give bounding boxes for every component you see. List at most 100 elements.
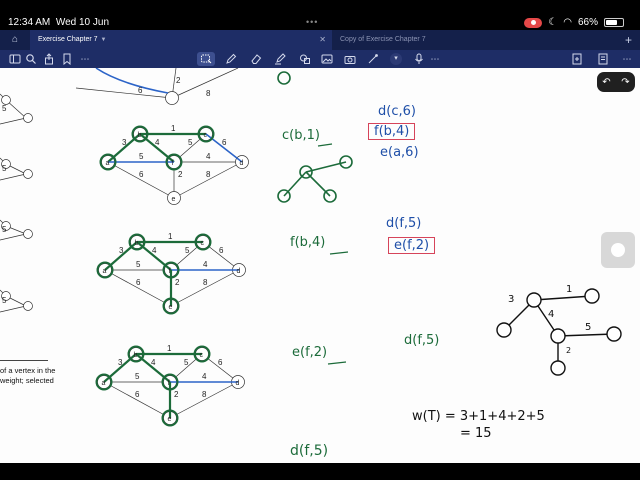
graph-vertex	[23, 113, 33, 123]
laser-icon[interactable]	[366, 52, 380, 66]
graph-vertex	[23, 169, 33, 179]
vertex-label: f	[172, 160, 174, 167]
edge-weight-label: 6	[218, 358, 223, 367]
battery-icon	[604, 18, 624, 27]
assistive-touch-icon[interactable]	[601, 232, 635, 268]
chevron-down-icon[interactable]: ▼	[101, 37, 107, 43]
notebook-page[interactable]: 3 1 4 5 5 6 4 2 6 8 a b c f d e 3 1 4 5 5 6 4 2 6 8 a b c f d e 3 1 4 5 5 6 4 2…	[0, 68, 640, 463]
vertex-label: d	[237, 268, 241, 275]
pen-icon[interactable]	[224, 52, 238, 66]
vertex-label: e	[172, 196, 176, 203]
ink-step2-selected-candidate: e(f,2)	[388, 237, 436, 254]
tool-bar: ⋯ ▾ ⋯ ⋯	[0, 50, 640, 68]
edge-weight-label: 6	[136, 278, 141, 287]
edge-weight-label: 4	[203, 260, 208, 269]
edge-weight-label: 6	[138, 86, 143, 95]
tab-exercise-chapter-7[interactable]: Exercise Chapter 7 ▼ ✕	[30, 30, 332, 50]
more-icon[interactable]: ⋯	[428, 52, 442, 66]
document-tab-bar: ⌂ Exercise Chapter 7 ▼ ✕ Copy of Exercise…	[0, 30, 640, 50]
ink-final-weight-ab: 3	[508, 294, 515, 305]
ink-vertex-circle	[277, 189, 291, 203]
add-tab-icon[interactable]: +	[625, 30, 632, 50]
ink-step1-candidate: d(c,6)	[378, 104, 416, 119]
ink-tree-vertex	[606, 326, 622, 342]
edge-weight-label: 4	[202, 372, 207, 381]
close-icon[interactable]: ✕	[319, 30, 326, 50]
vertex-label: a	[103, 268, 107, 275]
camera-icon[interactable]	[343, 52, 357, 66]
edge-weight-label: 5	[2, 164, 7, 173]
graph-edge	[0, 305, 27, 313]
vertex-label: e	[168, 416, 172, 423]
ink-underline	[329, 251, 349, 255]
graph-edge	[0, 233, 27, 241]
ink-step2-candidate: d(f,5)	[386, 216, 422, 231]
tab-label: Copy of Exercise Chapter 7	[340, 36, 426, 43]
edge-weight-label: 1	[168, 232, 173, 241]
edge-weight-label: 5	[188, 138, 193, 147]
edge-weight-label: 6	[135, 390, 140, 399]
undo-icon[interactable]: ↶	[602, 77, 610, 88]
ink-step4-label: d(f,5)	[290, 443, 329, 459]
ink-final-weight-bf: 4	[548, 309, 555, 320]
status-indicators: ☾ ◠ 66%	[524, 17, 624, 28]
edge-weight-label: 3	[119, 246, 124, 255]
ink-edge	[283, 171, 307, 197]
page-drawing-layer: 3 1 4 5 5 6 4 2 6 8 a b c f d e 3 1 4 5 5 6 4 2 6 8 a b c f d e 3 1 4 5 5 6 4 2…	[0, 68, 622, 427]
edge-weight-label: 5	[135, 372, 140, 381]
ink-step3-candidate: d(f,5)	[404, 333, 440, 348]
search-icon[interactable]	[24, 52, 38, 66]
ink-final-weight-bc: 1	[566, 284, 573, 295]
edge-weight-label: 3	[118, 358, 123, 367]
tab-label: Exercise Chapter 7	[38, 36, 98, 43]
shapes-icon[interactable]	[298, 52, 312, 66]
ink-tree-vertex	[584, 288, 600, 304]
ink-tree-vertex	[550, 328, 566, 344]
sidebar-icon[interactable]	[8, 52, 22, 66]
edge-weight-label: 2	[174, 390, 179, 399]
more-icon[interactable]: ⋯	[620, 52, 634, 66]
vertex-label: c	[200, 352, 204, 359]
screen-recording-icon[interactable]	[524, 17, 543, 28]
eraser-icon[interactable]	[249, 52, 263, 66]
graph-edge	[0, 117, 27, 125]
edge-weight-label: 8	[203, 278, 208, 287]
edge-weight-label: 4	[155, 138, 160, 147]
page-settings-icon[interactable]	[596, 52, 610, 66]
ink-underline	[327, 361, 347, 365]
edge-weight-label: 2	[175, 278, 180, 287]
ink-tree-vertex	[496, 322, 512, 338]
vertex-label: b	[138, 132, 142, 139]
vertex-label: a	[102, 380, 106, 387]
ink-final-weight-fd: 5	[585, 322, 592, 333]
add-page-icon[interactable]	[570, 52, 584, 66]
undo-redo-control: ↶ ↷	[597, 72, 635, 92]
multitask-dots-icon[interactable]: •••	[306, 17, 318, 27]
home-icon[interactable]: ⌂	[0, 30, 30, 50]
redo-icon[interactable]: ↷	[621, 77, 629, 88]
vertex-label: e	[169, 304, 173, 311]
ink-tree-edge	[533, 295, 593, 301]
lasso-icon[interactable]	[197, 52, 215, 66]
ink-tree-vertex	[526, 292, 542, 308]
highlighter-icon[interactable]	[273, 52, 287, 66]
graph-edge	[169, 381, 239, 419]
edge-weight-label: 4	[151, 358, 156, 367]
image-icon[interactable]	[320, 52, 334, 66]
chevron-down-icon[interactable]: ▾	[390, 53, 402, 65]
edge-weight-label: 5	[184, 358, 189, 367]
bottom-safe-area	[0, 463, 640, 480]
document-caption: of a vertex in the weight; selected	[0, 366, 62, 386]
graph-edge	[104, 269, 172, 307]
ink-step3-label: e(f,2)	[292, 345, 328, 360]
edge-weight-label: 5	[2, 296, 7, 305]
more-icon[interactable]: ⋯	[78, 52, 92, 66]
mic-icon[interactable]	[412, 52, 426, 66]
tab-copy-of-exercise-chapter-7[interactable]: Copy of Exercise Chapter 7	[332, 30, 612, 50]
ink-final-weight-fe: 2	[566, 346, 572, 355]
vertex-label: f	[169, 268, 171, 275]
share-icon[interactable]	[42, 52, 56, 66]
graph-edge	[103, 381, 171, 419]
edge-weight-label: 1	[171, 124, 176, 133]
bookmark-icon[interactable]	[60, 52, 74, 66]
